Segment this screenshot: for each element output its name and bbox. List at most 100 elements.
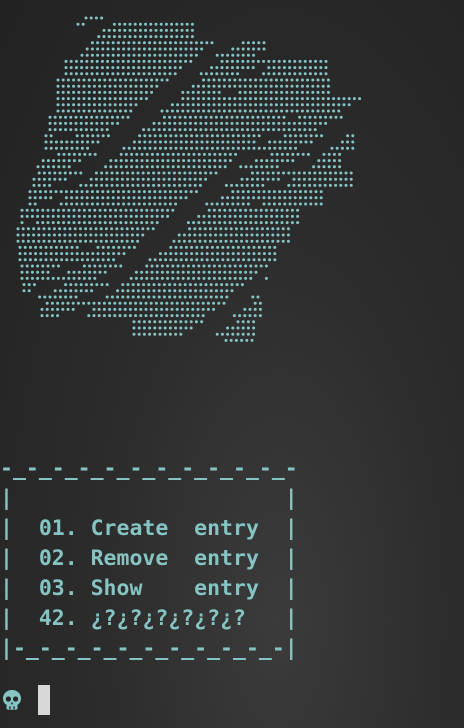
art-dot — [168, 190, 172, 194]
art-dot — [313, 121, 317, 125]
art-dot — [270, 159, 274, 163]
art-dot — [210, 72, 214, 76]
art-dot — [124, 103, 128, 107]
art-dot — [118, 109, 122, 113]
art-dot — [240, 338, 244, 342]
art-dot — [163, 202, 167, 206]
art-dot — [244, 264, 248, 268]
art-dot — [113, 90, 117, 94]
art-dot — [183, 171, 187, 175]
art-dot — [158, 202, 162, 206]
art-dot — [236, 72, 240, 76]
art-dot — [40, 307, 44, 311]
art-dot — [231, 134, 235, 138]
art-dot — [28, 202, 32, 206]
art-dot — [347, 97, 351, 101]
art-dot — [147, 128, 151, 132]
art-dot — [51, 264, 55, 268]
art-dot — [246, 47, 250, 51]
art-dot — [82, 208, 86, 212]
art-dot — [87, 103, 91, 107]
art-dot — [53, 171, 57, 175]
art-dot — [238, 103, 242, 107]
art-dot — [193, 177, 197, 181]
art-dot — [253, 314, 257, 318]
art-dot — [285, 221, 289, 225]
art-dot — [268, 252, 272, 256]
menu-box: -_-_-_-_-_-_-_-_-_-_-_- | | | 01. Create e… — [0, 454, 298, 664]
art-dot — [132, 190, 136, 194]
art-dot — [346, 140, 350, 144]
art-dot — [266, 128, 270, 132]
art-dot — [168, 202, 172, 206]
art-dot — [303, 128, 307, 132]
art-dot — [196, 103, 200, 107]
art-dot — [152, 72, 156, 76]
art-dot — [238, 84, 242, 88]
art-dot — [282, 72, 286, 76]
art-dot — [175, 35, 179, 39]
art-dot — [138, 22, 142, 26]
text-cursor[interactable] — [38, 685, 50, 715]
art-dot — [156, 152, 160, 156]
art-dot — [75, 134, 79, 138]
art-dot — [186, 307, 190, 311]
art-dot — [134, 301, 138, 305]
art-dot — [209, 115, 213, 119]
art-dot — [170, 314, 174, 318]
art-dot — [186, 301, 190, 305]
art-dot — [62, 221, 66, 225]
art-dot — [184, 41, 188, 45]
art-dot — [218, 159, 222, 163]
art-dot — [280, 152, 284, 156]
art-dot — [249, 270, 253, 274]
art-dot — [82, 301, 86, 305]
art-dot — [168, 289, 172, 293]
art-dot — [102, 301, 106, 305]
art-dot — [238, 264, 242, 268]
art-dot — [82, 97, 86, 101]
art-dot — [262, 190, 266, 194]
shell-prompt[interactable] — [0, 684, 50, 716]
art-dot — [236, 326, 240, 330]
art-dot — [181, 109, 185, 113]
art-dot — [162, 283, 166, 287]
art-dot — [60, 252, 64, 256]
art-dot — [66, 84, 70, 88]
art-dot — [268, 140, 272, 144]
art-dot — [282, 128, 286, 132]
art-dot — [116, 53, 120, 57]
art-dot — [163, 320, 167, 324]
art-dot — [95, 66, 99, 70]
art-dot — [205, 41, 209, 45]
art-dot — [321, 78, 325, 82]
art-dot — [126, 289, 130, 293]
art-dot — [89, 233, 93, 237]
art-dot — [195, 245, 199, 249]
art-dot — [228, 264, 232, 268]
art-dot — [306, 90, 310, 94]
art-dot — [224, 239, 228, 243]
art-dot — [303, 121, 307, 125]
art-dot — [138, 35, 142, 39]
art-dot — [114, 214, 118, 218]
art-dot — [20, 221, 24, 225]
terminal-window[interactable]: -_-_-_-_-_-_-_-_-_-_-_- | | | 01. Create e… — [0, 0, 464, 728]
art-dot — [269, 84, 273, 88]
art-dot — [126, 59, 130, 63]
art-dot — [250, 227, 254, 231]
art-dot — [72, 270, 76, 274]
art-dot — [148, 53, 152, 57]
art-dot — [162, 295, 166, 299]
art-dot — [112, 28, 116, 32]
art-dot — [210, 134, 214, 138]
art-dot — [200, 258, 204, 262]
art-dot — [148, 134, 152, 138]
art-dot — [222, 301, 226, 305]
art-dot — [220, 66, 224, 70]
art-dot — [104, 239, 108, 243]
art-dot — [340, 140, 344, 144]
art-dot — [64, 202, 68, 206]
art-dot — [173, 66, 177, 70]
art-dot — [292, 177, 296, 181]
